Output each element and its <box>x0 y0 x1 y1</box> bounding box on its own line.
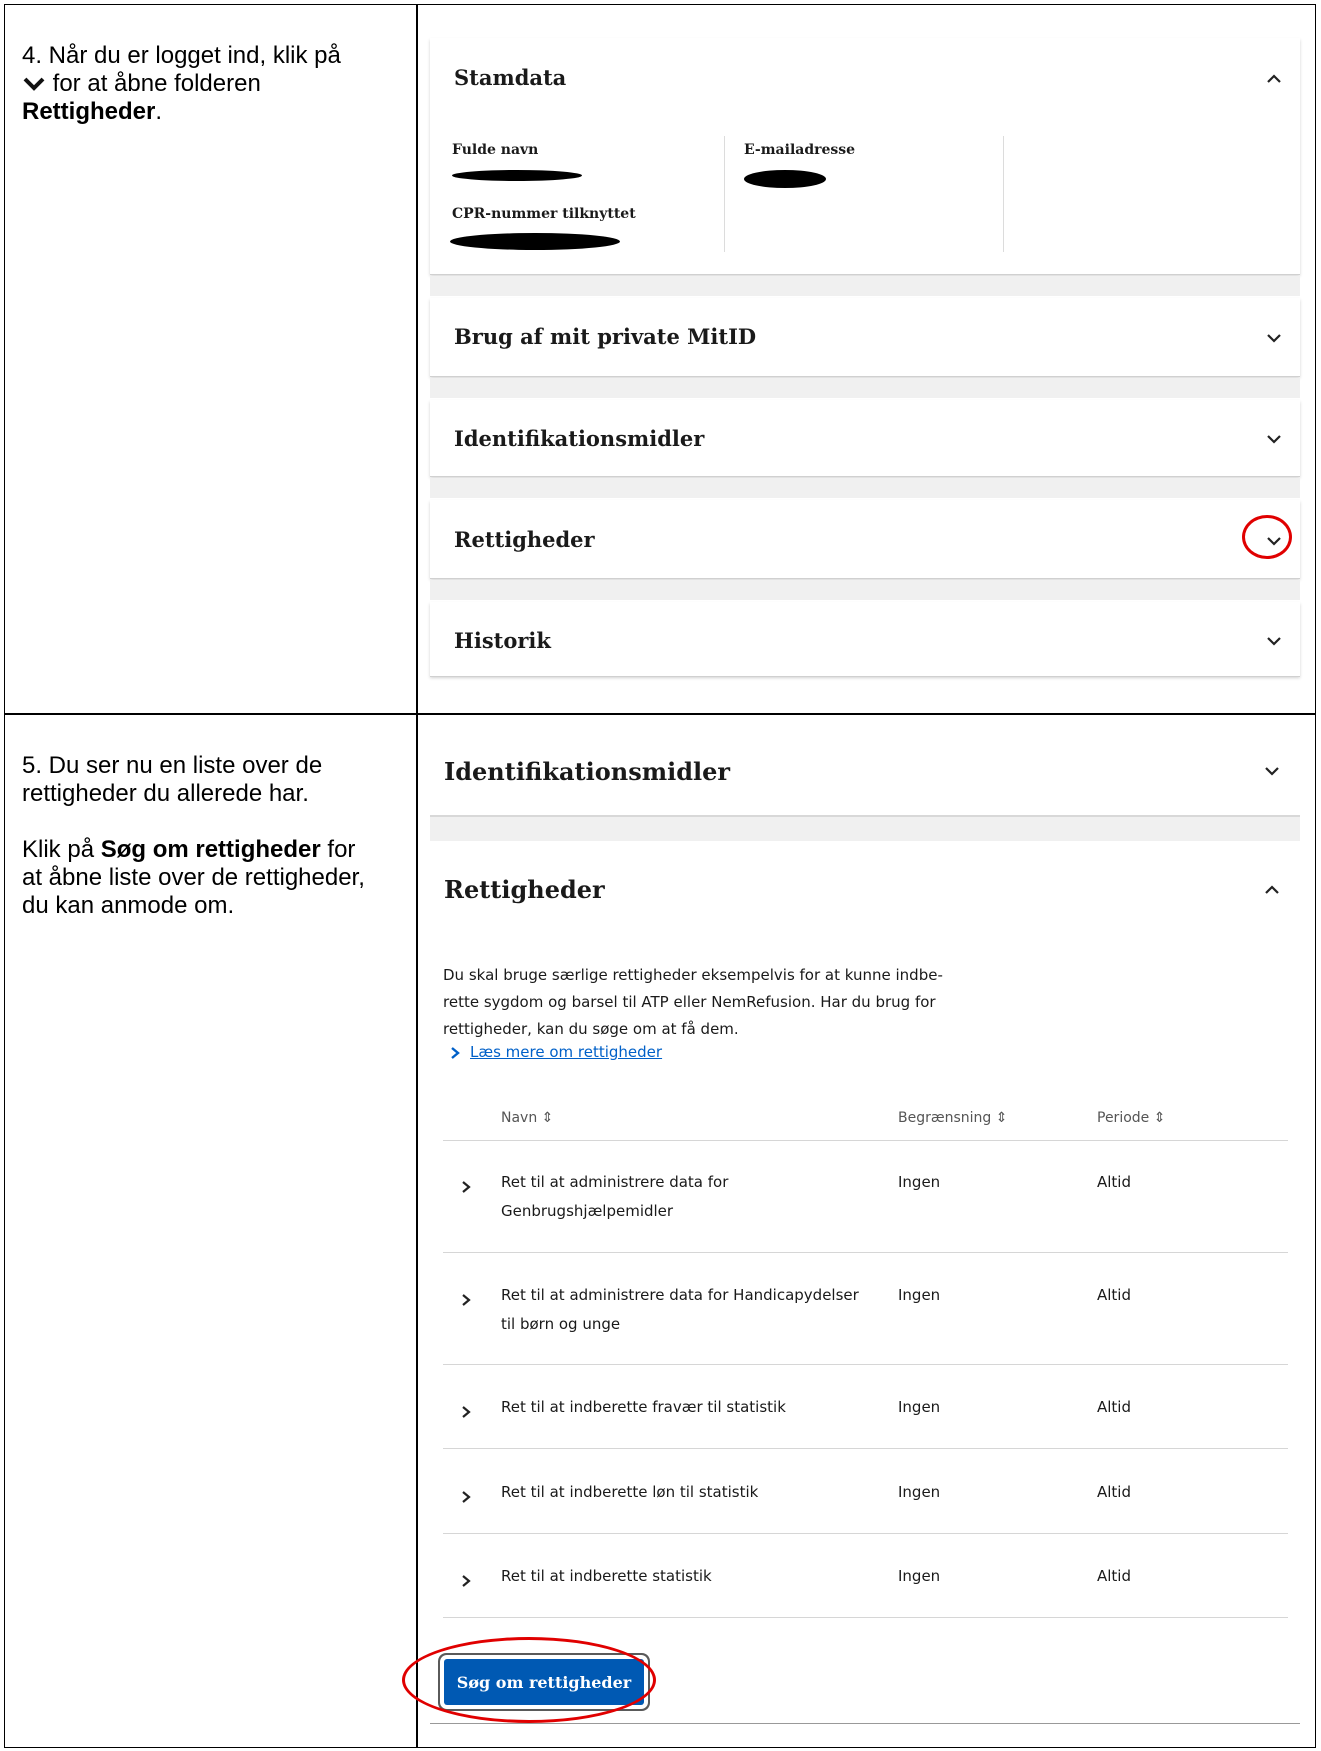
row-limit: Ingen <box>898 1173 941 1191</box>
email-label: E-mailadresse <box>744 142 856 158</box>
stamdata-title: Stamdata <box>454 65 567 90</box>
row-divider <box>443 1448 1288 1449</box>
chevron-down-icon[interactable] <box>1264 765 1280 777</box>
step-4-bold-rettigheder: Rettigheder <box>22 98 156 125</box>
expand-chevron-icon[interactable] <box>461 1180 471 1194</box>
step-4-line-1: 4. Når du er logget ind, klik på <box>22 42 341 69</box>
step-4-instruction: 4. Når du er logget ind, klik på for at … <box>22 42 402 126</box>
redacted-name <box>452 170 582 181</box>
row-divider <box>5 713 1315 715</box>
brug-af-mitid-title: Brug af mit private MitID <box>454 324 757 349</box>
chevron-down-icon[interactable] <box>1266 433 1282 445</box>
historik-panel[interactable]: Historik <box>430 602 1300 676</box>
sort-icon: ⇕ <box>541 1110 554 1126</box>
row-name: Ret til at indberette fravær til statist… <box>501 1398 786 1416</box>
row-limit: Ingen <box>898 1567 941 1585</box>
cpr-label: CPR-nummer tilknyttet <box>452 206 636 222</box>
row-period: Altid <box>1097 1567 1131 1585</box>
description-line: Du skal bruge særlige rettigheder eksemp… <box>443 966 943 984</box>
chevron-down-icon <box>23 77 45 91</box>
field-divider <box>1003 136 1004 252</box>
description-line: rette sygdom og barsel til ATP eller Nem… <box>443 993 936 1011</box>
table-header-divider <box>443 1140 1288 1141</box>
panel-gap <box>430 276 1300 296</box>
expand-chevron-icon[interactable] <box>461 1293 471 1307</box>
redacted-cpr <box>450 233 620 250</box>
column-divider <box>416 5 418 1747</box>
read-more-link[interactable]: Læs mere om rettigheder <box>470 1043 662 1061</box>
chevron-right-icon <box>451 1047 460 1059</box>
brug-af-mitid-panel[interactable]: Brug af mit private MitID <box>430 298 1300 376</box>
row-name-line: Ret til at administrere data for <box>501 1173 729 1191</box>
step-5-bold-button-name: Søg om rettigheder <box>100 836 321 863</box>
column-header-navn[interactable]: Navn ⇕ <box>501 1110 553 1126</box>
step-5-p2-pre: Klik på <box>22 836 101 863</box>
header-label: Navn <box>501 1110 538 1126</box>
row-name-line: Ret til at administrere data for Handica… <box>501 1286 859 1304</box>
sort-icon: ⇕ <box>995 1110 1008 1126</box>
row-period: Altid <box>1097 1398 1131 1416</box>
step-4-period: . <box>155 98 163 125</box>
step-5-p2-line-3: du kan anmode om. <box>22 892 235 919</box>
row-limit: Ingen <box>898 1483 941 1501</box>
column-header-periode[interactable]: Periode ⇕ <box>1097 1110 1165 1126</box>
step-5-line-1: 5. Du ser nu en liste over de <box>22 752 323 779</box>
row-name-line: Genbrugshjælpemidler <box>501 1202 674 1220</box>
redacted-email <box>744 170 826 188</box>
row-divider <box>443 1617 1288 1618</box>
row-name: Ret til at indberette løn til statistik <box>501 1483 759 1501</box>
section-gap <box>430 817 1300 841</box>
stamdata-panel: Stamdata Fulde navn CPR-nummer tilknytte… <box>430 38 1300 274</box>
identifikationsmidler-panel[interactable]: Identifikationsmidler <box>430 400 1300 476</box>
expand-chevron-icon[interactable] <box>461 1574 471 1588</box>
row-period: Altid <box>1097 1483 1131 1501</box>
row-name-line: til børn og unge <box>501 1315 621 1333</box>
rettigheder-description: Du skal bruge særlige rettigheder eksemp… <box>443 962 943 1043</box>
row-name: Ret til at administrere data for Genbrugs… <box>501 1168 728 1226</box>
bottom-rule <box>430 1723 1300 1724</box>
rettigheder-panel[interactable]: Rettigheder <box>430 500 1300 578</box>
chevron-up-icon[interactable] <box>1266 72 1282 84</box>
row-name: Ret til at indberette statistik <box>501 1567 712 1585</box>
expand-chevron-icon[interactable] <box>461 1490 471 1504</box>
step-5-instruction: 5. Du ser nu en liste over de rettighede… <box>22 752 402 920</box>
row-period: Altid <box>1097 1173 1131 1191</box>
full-name-label: Fulde navn <box>452 142 539 158</box>
identifikationsmidler-heading[interactable]: Identifikationsmidler <box>444 757 730 786</box>
header-label: Periode <box>1097 1110 1150 1126</box>
row-divider <box>443 1252 1288 1253</box>
rettigheder-title: Rettigheder <box>454 527 595 552</box>
field-divider <box>724 136 725 252</box>
apply-rights-button[interactable]: Søg om rettigheder <box>444 1659 644 1705</box>
rettigheder-heading[interactable]: Rettigheder <box>444 875 605 904</box>
panel-gap <box>430 580 1300 600</box>
row-divider <box>443 1533 1288 1534</box>
step-5-p2-post: for <box>320 836 356 863</box>
row-limit: Ingen <box>898 1398 941 1416</box>
identifikationsmidler-title: Identifikationsmidler <box>454 426 705 451</box>
panel-gap <box>430 378 1300 398</box>
row-limit: Ingen <box>898 1286 941 1304</box>
row-divider <box>443 1364 1288 1365</box>
row-period: Altid <box>1097 1286 1131 1304</box>
chevron-down-icon[interactable] <box>1266 635 1282 647</box>
sort-icon: ⇕ <box>1153 1110 1166 1126</box>
description-line: rettigheder, kan du søge om at få dem. <box>443 1020 739 1038</box>
panel-gap <box>430 478 1300 498</box>
step-5-p2-line-2: at åbne liste over de rettigheder, <box>22 864 365 891</box>
header-label: Begrænsning <box>898 1110 992 1126</box>
step-5-line-2: rettigheder du allerede har. <box>22 780 309 807</box>
column-header-begraensning[interactable]: Begrænsning ⇕ <box>898 1110 1007 1126</box>
expand-chevron-icon[interactable] <box>461 1405 471 1419</box>
historik-title: Historik <box>454 628 551 653</box>
chevron-down-icon[interactable] <box>1266 535 1282 547</box>
chevron-up-icon[interactable] <box>1264 883 1280 895</box>
chevron-down-icon[interactable] <box>1266 332 1282 344</box>
row-name: Ret til at administrere data for Handica… <box>501 1281 859 1339</box>
step-4-line-2: for at åbne folderen <box>46 70 261 97</box>
